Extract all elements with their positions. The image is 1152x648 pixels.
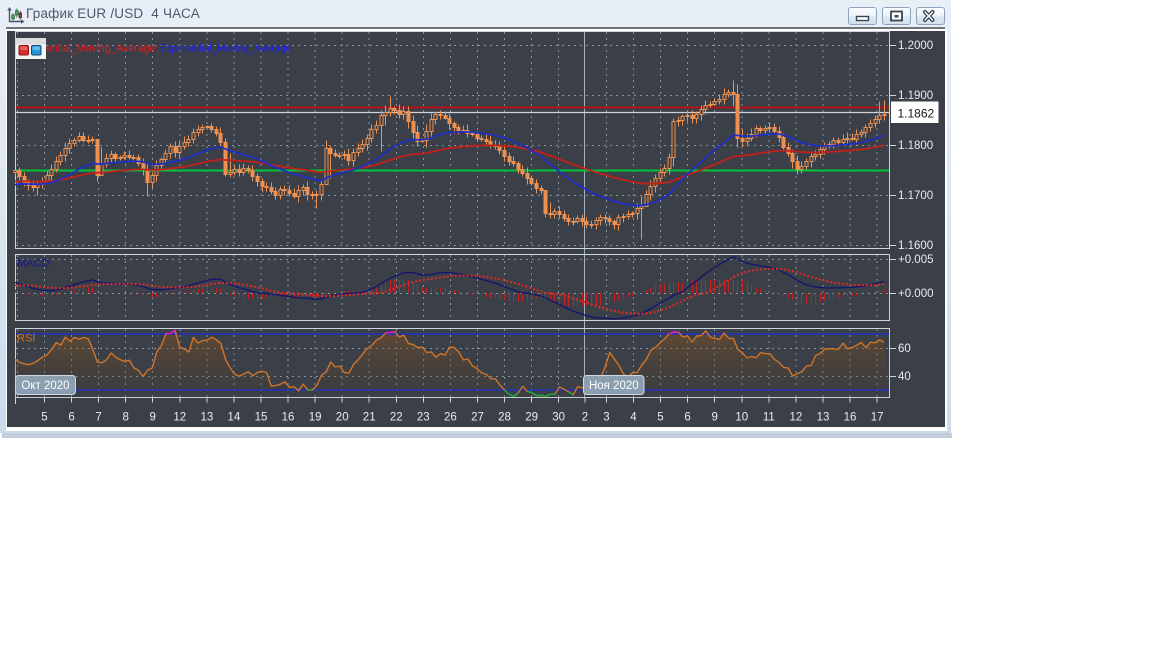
svg-text:30: 30 bbox=[552, 412, 565, 424]
svg-text:16: 16 bbox=[844, 412, 857, 424]
svg-text:21: 21 bbox=[363, 412, 376, 424]
svg-text:8: 8 bbox=[122, 412, 128, 424]
svg-text:23: 23 bbox=[417, 412, 430, 424]
svg-text:RSI: RSI bbox=[17, 333, 35, 345]
svg-text:9: 9 bbox=[149, 412, 155, 424]
svg-text:+0.000: +0.000 bbox=[898, 288, 934, 300]
svg-text:17: 17 bbox=[871, 412, 884, 424]
svg-text:6: 6 bbox=[68, 412, 74, 424]
svg-text:1.1862: 1.1862 bbox=[898, 107, 935, 121]
svg-text:19: 19 bbox=[309, 412, 322, 424]
svg-text:40: 40 bbox=[898, 371, 911, 383]
svg-text:12: 12 bbox=[790, 412, 803, 424]
svg-text:Окт 2020: Окт 2020 bbox=[21, 380, 69, 392]
svg-text:26: 26 bbox=[444, 412, 457, 424]
svg-text:12: 12 bbox=[173, 412, 186, 424]
svg-text:5: 5 bbox=[657, 412, 663, 424]
svg-text:1.1700: 1.1700 bbox=[898, 190, 933, 202]
svg-text:29: 29 bbox=[525, 412, 538, 424]
svg-text:27: 27 bbox=[471, 412, 484, 424]
svg-text:3: 3 bbox=[603, 412, 609, 424]
svg-text:5: 5 bbox=[41, 412, 47, 424]
svg-text:4: 4 bbox=[630, 412, 637, 424]
svg-text:MACD: MACD bbox=[17, 258, 49, 270]
svg-text:1.1800: 1.1800 bbox=[898, 140, 933, 152]
svg-text:Ноя 2020: Ноя 2020 bbox=[589, 380, 639, 392]
svg-text:2: 2 bbox=[582, 412, 588, 424]
svg-text:11: 11 bbox=[763, 412, 775, 424]
svg-text:20: 20 bbox=[336, 412, 349, 424]
svg-text:60: 60 bbox=[898, 343, 911, 355]
svg-text:28: 28 bbox=[498, 412, 511, 424]
svg-text:6: 6 bbox=[684, 412, 690, 424]
svg-text:15: 15 bbox=[255, 412, 268, 424]
svg-text:Exponential_Moving_Average: Exponential_Moving_Average bbox=[160, 43, 291, 55]
svg-text:+0.005: +0.005 bbox=[898, 254, 934, 266]
svg-text:7: 7 bbox=[95, 412, 101, 424]
svg-text:1.1900: 1.1900 bbox=[898, 90, 933, 102]
svg-text:14: 14 bbox=[228, 412, 241, 424]
svg-text:ential_Moving_Average:: ential_Moving_Average: bbox=[46, 43, 158, 55]
svg-text:13: 13 bbox=[201, 412, 214, 424]
svg-text:16: 16 bbox=[282, 412, 295, 424]
svg-text:1.1600: 1.1600 bbox=[898, 240, 933, 252]
svg-text:22: 22 bbox=[390, 412, 403, 424]
svg-text:1.2000: 1.2000 bbox=[898, 40, 933, 52]
svg-text:13: 13 bbox=[817, 412, 830, 424]
svg-text:10: 10 bbox=[735, 412, 748, 424]
svg-text:9: 9 bbox=[711, 412, 717, 424]
